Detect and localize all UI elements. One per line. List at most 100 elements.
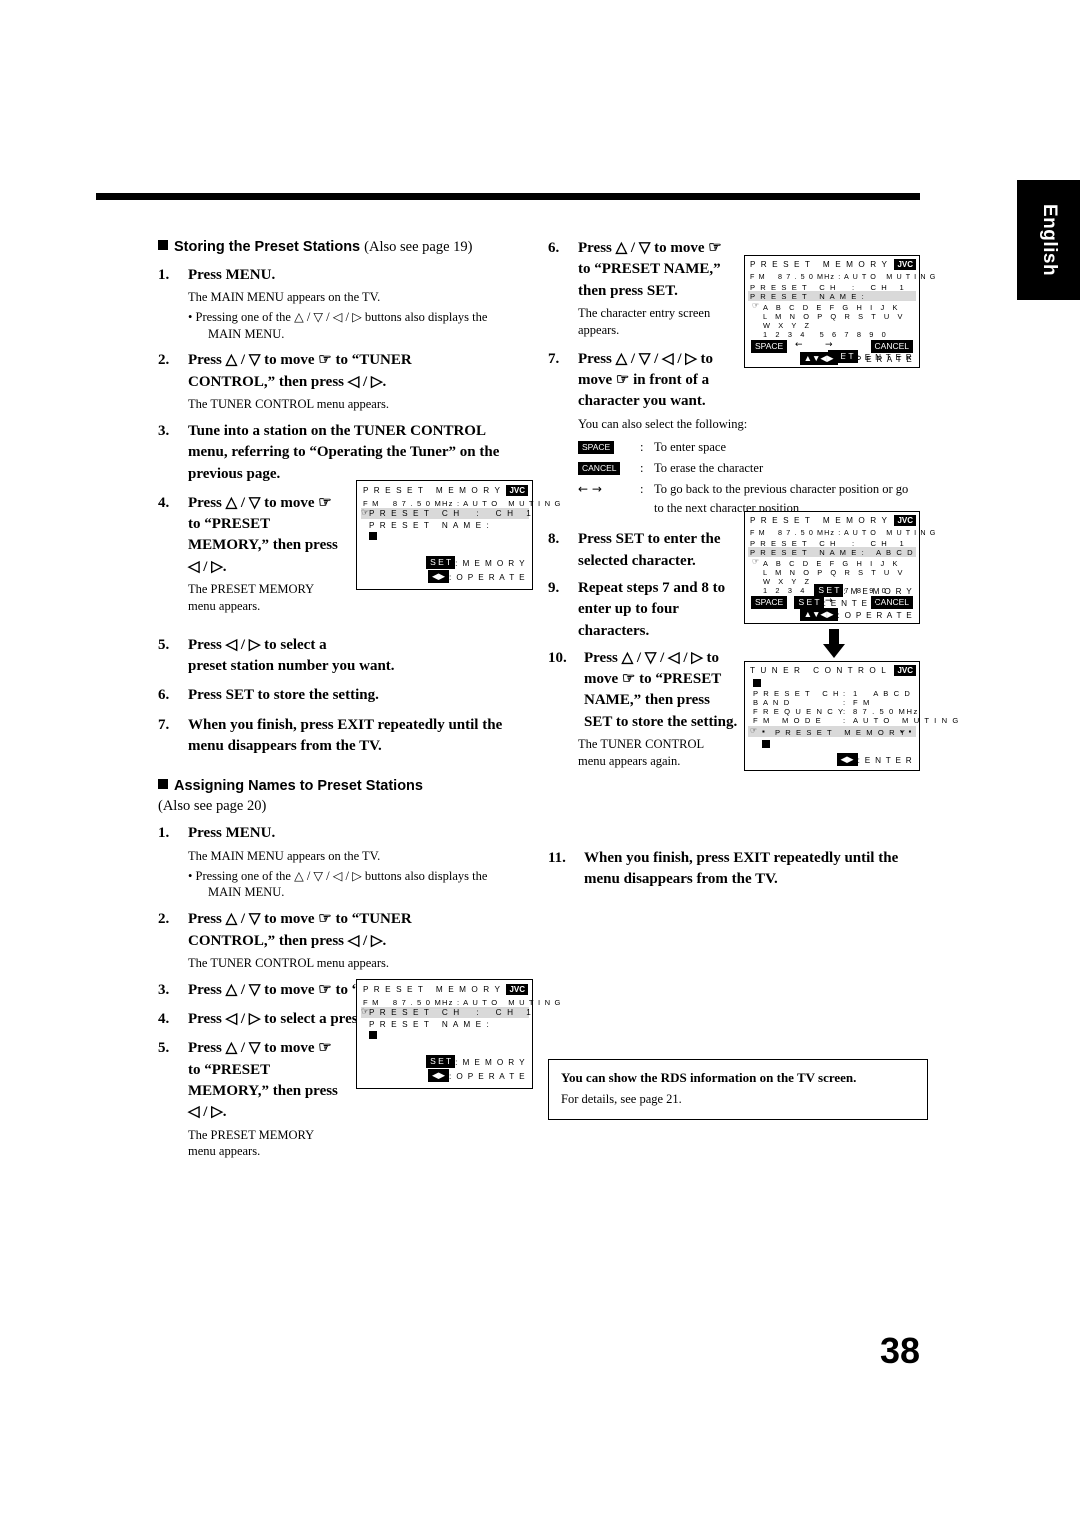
right-step-10-note: The TUNER CONTROL menu appears again. (578, 736, 763, 770)
ce2-set-desc: : E N T E R (823, 599, 879, 608)
pm1-brand-logo: JVC (506, 485, 528, 496)
ce1-frequency: F M 8 7 . 5 0 MHz : A U T O M U T I N G (750, 272, 937, 281)
section2-step-3-number: 3. (158, 981, 170, 998)
ce1-space-key-label: SPACE (751, 340, 788, 353)
ce2-brand-logo: JVC (894, 515, 916, 526)
pm2-set-key: S E T (426, 1055, 456, 1068)
tc-row-3-value: 8 7 . 5 0 MHz (853, 707, 919, 716)
header-rule (96, 193, 920, 200)
pm1-set-key: S E T (426, 556, 456, 569)
section2-step-5-text-line4: ◁ / ▷. (188, 1104, 227, 1121)
section2-step-1-text: Press MENU. (188, 825, 276, 842)
step-4-number: 4. (158, 494, 170, 511)
pm1-pointer-icon: ☞ (361, 508, 371, 518)
ce1-grid-row-1: A B C D E F G H I J K (763, 303, 899, 312)
ce1-grid-row-3: W X Y Z (763, 321, 811, 330)
section2-step-5-text-line2: to “PRESET (188, 1061, 271, 1078)
pm2-row-preset-ch: P R E S E T C H : C H 1 (369, 1008, 533, 1017)
tv-screen-character-entry-2: P R E S E T M E M O R Y JVC F M 8 7 . 5 … (744, 511, 935, 624)
step-5-number: 5. (158, 636, 170, 653)
page-number: 38 (880, 1330, 921, 1371)
section2-step-1-note: The MAIN MENU appears on the TV. (188, 848, 381, 863)
right-step-7-number: 7. (548, 350, 560, 367)
ce1-right-arrow-icon: → (825, 340, 835, 350)
ce2-row-preset-name: P R E S E T N A M E : A B C D (750, 548, 915, 557)
right-step-6-text-line3: then press SET. (578, 282, 678, 299)
bullet-square-icon (158, 240, 168, 250)
section2-step-2-text-line1: Press △ / ▽ to move ☞ to “TUNER (188, 911, 412, 928)
step-2-number: 2. (158, 352, 170, 369)
key-legend-row-space: SPACE : To enter space (578, 438, 926, 457)
step-3-number: 3. (158, 422, 170, 439)
section2-step-1-number: 1. (158, 825, 170, 842)
cancel-colon: : (640, 461, 644, 476)
section2-step-5: 5. Press △ / ▽ to move ☞ to “PRESET MEMO… (158, 1038, 388, 1123)
ce1-left-arrow-icon: ← (795, 340, 805, 350)
step-3: 3. Tune into a station on the TUNER CONT… (158, 421, 533, 485)
tv-screen-preset-memory-1: P R E S E T M E M O R Y JVC F M 8 7 . 5 … (356, 480, 560, 590)
manual-page: English Storing the Preset Stations (Als… (0, 0, 1080, 1529)
pm2-footer-set: S E T: M E M O R Y (426, 1055, 526, 1068)
right-step-7-text-line3: character you want. (578, 393, 706, 410)
pm1-row-preset-name: P R E S E T N A M E : (369, 521, 491, 530)
section2-title: Assigning Names to Preset Stations (174, 778, 423, 795)
ce2-frequency: F M 8 7 . 5 0 MHz : A U T O M U T I N G (750, 528, 937, 537)
step-1-text: Press MENU. (188, 266, 276, 283)
tc-cursor-block (762, 740, 770, 748)
section2-step-2-number: 2. (158, 911, 170, 928)
tc-row-2-sep: : (843, 698, 847, 707)
section2-step-2-text-line2: CONTROL,” then press ◁ / ▷. (188, 932, 387, 949)
step-4-text-line4: ◁ / ▷. (188, 558, 227, 575)
tc-row-2-value: F M (853, 698, 871, 707)
step-6-text: Press SET to store the setting. (188, 687, 379, 704)
section2-step-5-text-line3: MEMORY,” then press (188, 1082, 338, 1099)
tc-row-3-sep: : (843, 707, 847, 716)
step-4-text-line3: MEMORY,” then press (188, 537, 338, 554)
tv-screen-preset-memory-2: P R E S E T M E M O R Y JVC F M 8 7 . 5 … (356, 979, 560, 1089)
ce1-title: P R E S E T M E M O R Y (750, 260, 889, 269)
step-4-note-line2: menu appears. (188, 598, 261, 613)
tc-marker-block (753, 679, 761, 687)
step-1-bullet: • Pressing one of the △ / ▽ / ◁ / ▷ butt… (188, 309, 533, 343)
section1-subtitle: (Also see page 19) (364, 239, 473, 255)
cancel-key-label: CANCEL (578, 462, 621, 476)
ce1-nav-keys: ▲▼◀▶ (799, 352, 838, 365)
right-step-9-text-line3: characters. (578, 622, 650, 639)
key-legend-row-cancel: CANCEL : To erase the character (578, 459, 926, 478)
pm1-frequency: F M 8 7 . 5 0 MHz : A U T O M U T I N G (363, 499, 562, 508)
ce1-row-preset-name: P R E S E T N A M E : (750, 292, 866, 301)
pm1-footer-nav: ◀▶: O P E R A T E (427, 570, 526, 583)
pm1-nav-desc: : O P E R A T E (449, 573, 526, 582)
step-6-number: 6. (158, 687, 170, 704)
arrows-colon: : (640, 481, 644, 496)
pm2-title: P R E S E T M E M O R Y (363, 985, 502, 994)
right-step-11-number: 11. (548, 849, 566, 866)
ce2-pointer-icon: ☞ (752, 557, 761, 566)
ce2-grid-row-3: W X Y Z (763, 577, 811, 586)
step-6: 6. Press SET to store the setting. (158, 685, 533, 706)
step-5-text-line1: Press ◁ / ▷ to select a (188, 636, 327, 653)
ce2-nav-keys: ▲▼◀▶ (799, 608, 838, 621)
right-step-7-text-line2: move ☞ in front of a (578, 371, 710, 388)
pm2-brand-logo: JVC (506, 984, 528, 995)
right-step-9-text-line2: enter up to four (578, 601, 679, 618)
step-2-note: The TUNER CONTROL menu appears. (188, 397, 390, 412)
section2-step-1-bullet-line2: MAIN MENU. (208, 885, 285, 900)
step-3-text-line2: menu, referring to “Operating the Tuner”… (188, 444, 500, 461)
pm2-frequency: F M 8 7 . 5 0 MHz : A U T O M U T I N G (363, 998, 562, 1007)
section2-step-4-number: 4. (158, 1011, 170, 1028)
pm1-row-preset-ch: P R E S E T C H : C H 1 (369, 509, 533, 518)
tc-enter-desc: : E N T E R (857, 756, 913, 765)
step-1-bullet-line1: • Pressing one of the △ / ▽ / ◁ / ▷ butt… (188, 309, 488, 324)
step-1-note: The MAIN MENU appears on the TV. (188, 289, 381, 304)
ce2-memory-desc: : M E M O R Y (843, 587, 913, 596)
right-step-8-text-line1: Press SET to enter the (578, 531, 721, 548)
tc-brand-logo: JVC (894, 665, 916, 676)
tc-row-1-value: 1 A B C D (853, 689, 912, 698)
section-heading-assigning-names: Assigning Names to Preset Stations (Also… (158, 777, 533, 816)
right-step-6-text-line2: to “PRESET NAME,” (578, 261, 721, 278)
tc-marker-left: ▪ (762, 727, 767, 736)
tc-row-4-label: F M M O D E (753, 716, 823, 725)
ce1-brand-logo: JVC (894, 259, 916, 270)
right-step-10-text-line1: Press △ / ▽ / ◁ / ▷ to (584, 649, 720, 666)
